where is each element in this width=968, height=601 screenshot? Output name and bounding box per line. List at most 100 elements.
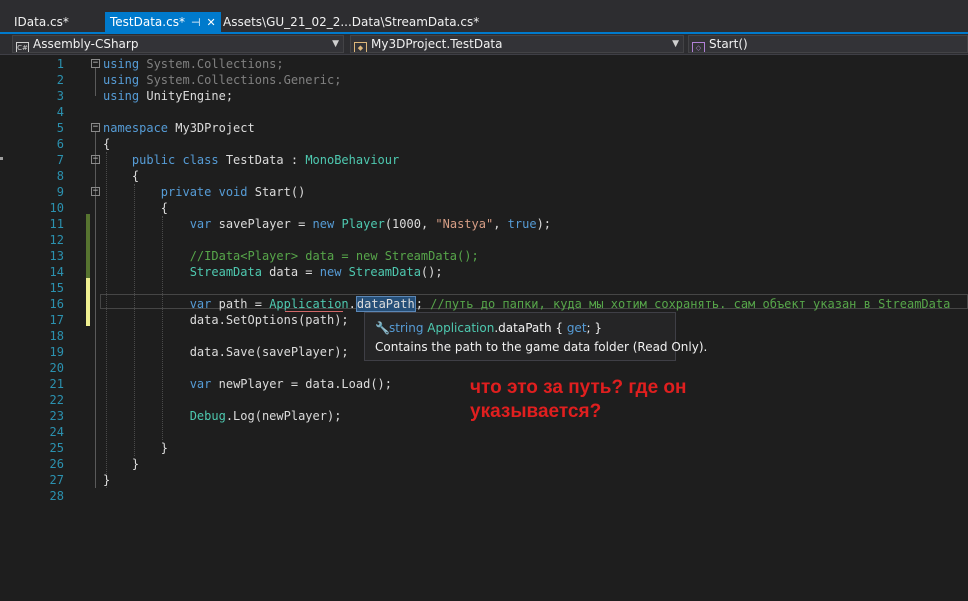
line-number: 12 <box>49 233 64 247</box>
line-number: 3 <box>56 89 64 103</box>
line-number: 27 <box>49 473 64 487</box>
code-line: private void Start() <box>103 184 306 200</box>
code-line: using System.Collections.Generic; <box>103 72 341 88</box>
member-dropdown[interactable]: ◇ Start() <box>688 35 968 53</box>
code-line: StreamData data = new StreamData(); <box>103 264 443 280</box>
code-line: } <box>103 473 111 487</box>
class-icon: ◆ <box>354 42 367 52</box>
project-label: Assembly-CSharp <box>33 37 139 51</box>
line-number: 20 <box>49 361 64 375</box>
type-ref: Player <box>341 217 385 231</box>
namespace-ref: System.Collections; <box>139 57 284 71</box>
keyword: private void <box>160 185 248 199</box>
csharp-project-icon: C# <box>16 42 29 52</box>
saved-change-bar <box>86 214 90 278</box>
line-number: 8 <box>56 169 64 183</box>
line-number: 1 <box>56 57 64 71</box>
pin-icon[interactable]: ⊣ <box>191 13 201 33</box>
navigation-bar: C# Assembly-CSharp ▼ ◆ My3DProject.TestData… <box>0 34 968 55</box>
tab-streamdata[interactable]: Assets\GU_21_02_2...Data\StreamData.cs* <box>223 12 479 32</box>
tooltip-type-keyword: string <box>389 321 424 335</box>
type-dropdown[interactable]: ◆ My3DProject.TestData ▼ <box>350 35 684 53</box>
keyword: using <box>103 57 140 71</box>
code-line: { <box>103 137 111 151</box>
line-number: 28 <box>49 489 64 503</box>
document-tabs: IData.cs* TestData.cs* ⊣ ✕ Assets\GU_21_02… <box>0 12 968 32</box>
code-line: var newPlayer = data.Load(); <box>103 376 392 392</box>
code-text: data = <box>261 265 320 279</box>
close-icon[interactable]: ✕ <box>207 13 216 33</box>
tab-testdata[interactable]: TestData.cs* ⊣ ✕ <box>105 12 221 32</box>
keyword: using <box>103 73 140 87</box>
code-line: public class TestData : MonoBehaviour <box>103 152 399 168</box>
code-line: var path = Application.dataPath; //путь … <box>103 296 950 312</box>
namespace-ref: System.Collections.Generic; <box>139 73 342 87</box>
tab-label: IData.cs* <box>14 15 69 29</box>
code-text: ; <box>415 297 431 311</box>
keyword: var <box>189 377 212 391</box>
line-number: 14 <box>49 265 64 279</box>
line-number: 15 <box>49 281 64 295</box>
type-ref: StreamData <box>348 265 421 279</box>
collapse-icon[interactable]: − <box>91 155 100 164</box>
code-line: Debug.Log(newPlayer); <box>103 408 342 424</box>
code-line: { <box>103 201 169 215</box>
class-name: TestData : <box>218 153 306 167</box>
code-line: //IData<Player> data = new StreamData(); <box>103 248 479 264</box>
line-number: 11 <box>49 217 64 231</box>
margin-marker <box>0 157 3 160</box>
keyword: new <box>319 265 342 279</box>
line-number: 5 <box>56 121 64 135</box>
project-dropdown[interactable]: C# Assembly-CSharp ▼ <box>12 35 344 53</box>
line-number: 21 <box>49 377 64 391</box>
quick-info-tooltip: 🔧string Application.dataPath { get; } Co… <box>364 312 707 361</box>
method-signature: Start() <box>247 185 306 199</box>
tooltip-accessor: get <box>566 321 587 335</box>
collapse-icon[interactable]: − <box>91 123 100 132</box>
namespace-ref: UnityEngine; <box>139 89 234 103</box>
line-number: 4 <box>56 105 64 119</box>
line-number: 25 <box>49 441 64 455</box>
keyword: new <box>312 217 335 231</box>
tab-label: Assets\GU_21_02_2...Data\StreamData.cs* <box>223 15 480 29</box>
code-line: using System.Collections; <box>103 56 284 72</box>
comment: //IData<Player> data = new StreamData(); <box>189 249 479 263</box>
collapse-icon[interactable]: − <box>91 187 100 196</box>
code-text: . <box>348 297 356 311</box>
line-number: 7 <box>56 153 64 167</box>
keyword: var <box>189 217 212 231</box>
member-label: Start() <box>709 37 748 51</box>
code-line: } <box>103 457 140 471</box>
keyword: using <box>103 89 140 103</box>
line-number: 26 <box>49 457 64 471</box>
line-number: 2 <box>56 73 64 87</box>
highlighted-symbol[interactable]: dataPath <box>355 296 416 312</box>
line-number: 22 <box>49 393 64 407</box>
code-text: path = <box>211 297 270 311</box>
code-line: data.Save(savePlayer); <box>103 345 349 359</box>
namespace-name: My3DProject <box>168 121 255 135</box>
fold-line <box>95 68 96 96</box>
keyword: public class <box>131 153 219 167</box>
wrench-icon: 🔧 <box>375 321 390 335</box>
line-number: 10 <box>49 201 64 215</box>
tooltip-end: ; } <box>586 321 603 335</box>
line-number: 9 <box>56 185 64 199</box>
chevron-down-icon: ▼ <box>672 39 679 49</box>
annotation-line: что это за путь? где он <box>470 377 687 398</box>
code-text: newPlayer = data.Load(); <box>211 377 393 391</box>
line-number: 18 <box>49 329 64 343</box>
collapse-icon[interactable]: − <box>91 59 100 68</box>
title-strip <box>0 0 968 12</box>
base-type: MonoBehaviour <box>305 153 400 167</box>
tab-idata[interactable]: IData.cs* <box>14 12 69 32</box>
line-number: 16 <box>49 297 64 311</box>
code-line: } <box>103 441 169 455</box>
